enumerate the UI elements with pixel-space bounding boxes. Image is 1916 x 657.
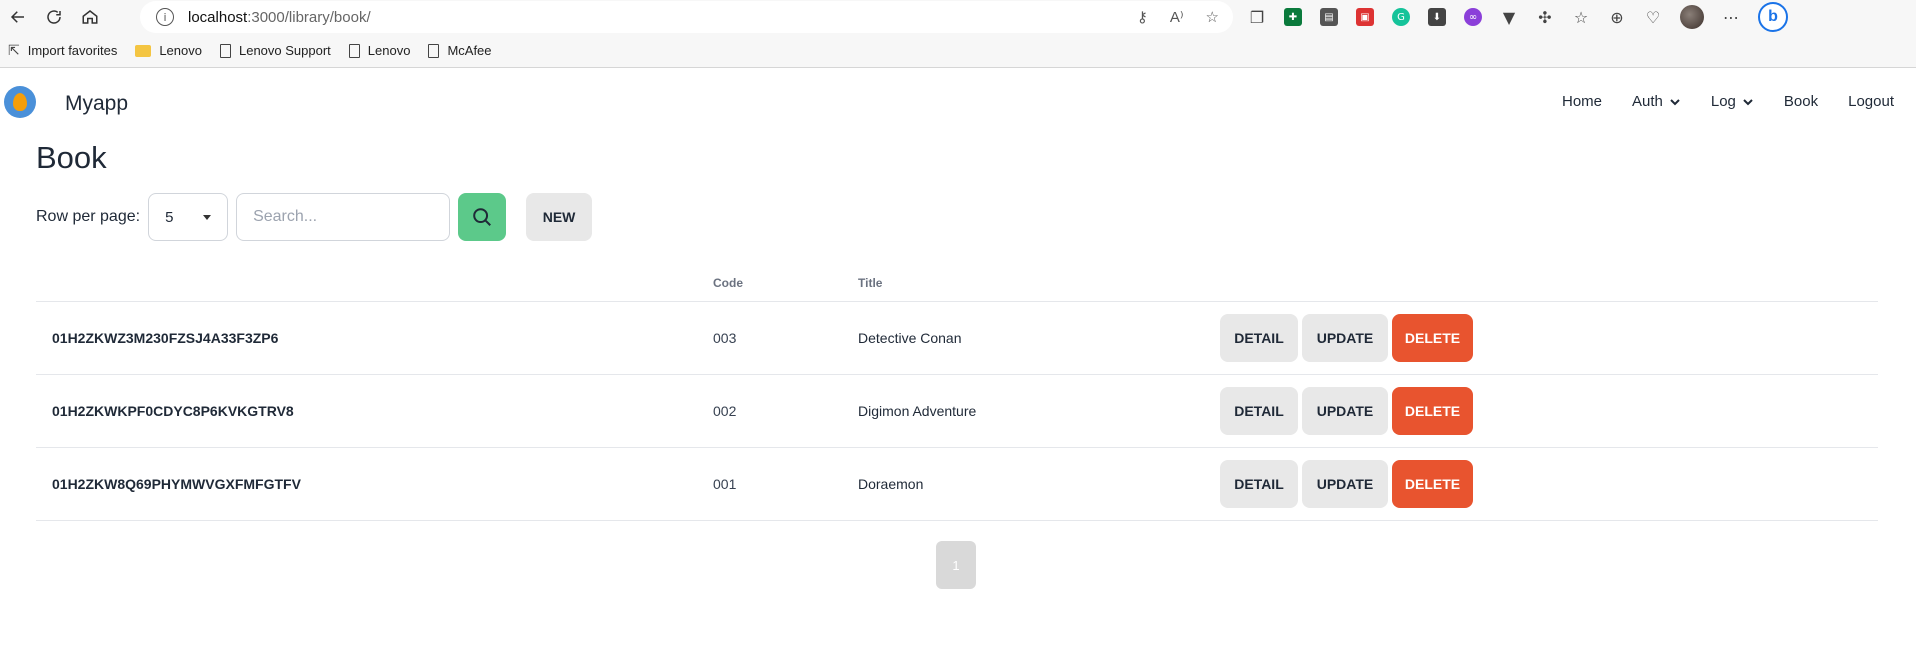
favorite-mcafee[interactable]: McAfee [428,43,492,58]
column-header-code[interactable]: Code [713,276,743,290]
browser-essentials-icon[interactable]: ♡ [1644,8,1662,27]
book-table: Code Title 01H2ZKWZ3M230FZSJ4A33F3ZP6 00… [36,266,1878,521]
new-button[interactable]: NEW [526,193,593,241]
page-icon [428,43,440,58]
cell-id: 01H2ZKWZ3M230FZSJ4A33F3ZP6 [52,330,279,346]
app-logo[interactable] [4,86,36,118]
bing-copilot-icon[interactable]: b [1758,2,1788,32]
collections-icon[interactable]: ❐ [1248,8,1266,27]
table-row: 01H2ZKWZ3M230FZSJ4A33F3ZP6 003 Detective… [36,302,1878,375]
flame-icon [13,93,27,111]
favorite-lenovo[interactable]: Lenovo [348,43,411,58]
row-actions: DETAIL UPDATE DELETE [1220,314,1473,362]
nav-auth-dropdown[interactable]: Auth [1632,93,1681,110]
favorite-label: Lenovo Support [238,43,331,58]
key-icon[interactable]: ⚷ [1137,8,1148,26]
nav-log-label: Log [1710,93,1736,110]
nav-book[interactable]: Book [1784,93,1818,110]
cell-id: 01H2ZKW8Q69PHYMWVGXFMFGTFV [52,476,301,492]
site-info-icon[interactable]: i [156,8,174,26]
search-input[interactable] [236,193,451,241]
read-aloud-icon[interactable]: A⁾ [1170,8,1184,26]
page-title: Book [36,140,107,175]
row-actions: DETAIL UPDATE DELETE [1220,460,1473,508]
column-header-title[interactable]: Title [858,276,882,290]
favorite-label: Lenovo [367,43,411,58]
rows-per-page-select[interactable]: 5 [148,193,229,241]
download-extension-icon[interactable]: ⬇ [1428,8,1446,26]
favorite-label: Import favorites [27,43,118,58]
extension-green-icon[interactable]: ✚ [1284,8,1302,26]
address-bar[interactable]: i localhost:3000/library/book/ ⚷ A⁾ ☆ [140,1,1233,33]
nav-log-dropdown[interactable]: Log [1711,93,1754,110]
extension-v-icon[interactable]: ▼ [1500,8,1518,27]
favorite-lenovo-folder[interactable]: Lenovo [135,43,202,58]
favorites-icon[interactable]: ☆ [1572,8,1590,27]
table-header: Code Title [36,266,1878,302]
table-row: 01H2ZKW8Q69PHYMWVGXFMFGTFV 001 Doraemon … [36,448,1878,521]
cell-code: 003 [713,330,737,346]
cell-code: 001 [713,476,737,492]
more-menu-icon[interactable]: ⋯ [1722,8,1740,27]
nav-home[interactable]: Home [1562,93,1602,110]
page-icon [348,43,360,58]
favorite-star-icon[interactable]: ☆ [1206,8,1219,26]
update-button[interactable]: UPDATE [1302,314,1388,362]
url-host: localhost [188,8,248,26]
extensions-puzzle-icon[interactable]: ✣ [1536,8,1554,27]
search-icon [473,208,492,226]
favorite-lenovo-support[interactable]: Lenovo Support [219,43,331,58]
detail-button[interactable]: DETAIL [1220,314,1298,362]
browser-toolbar: i localhost:3000/library/book/ ⚷ A⁾ ☆ ❐ … [0,0,1916,34]
favorite-label: McAfee [447,43,492,58]
chevron-down-icon [1670,98,1680,105]
table-row: 01H2ZKWKPF0CDYC8P6KVKGTRV8 002 Digimon A… [36,375,1878,448]
nav-auth-label: Auth [1632,93,1663,110]
row-actions: DETAIL UPDATE DELETE [1220,387,1473,435]
url-text[interactable]: localhost:3000/library/book/ [188,9,371,26]
extension-purple-icon[interactable]: ∞ [1464,8,1482,26]
refresh-icon[interactable] [36,0,72,34]
folder-icon [135,44,152,57]
table-controls: Row per page: 5 NEW [36,193,593,241]
extensions-bar: ❐ ✚ ▤ ▣ G ⬇ ∞ ▼ ✣ ☆ ⊕ ♡ ⋯ b [1248,0,1788,34]
delete-button[interactable]: DELETE [1392,460,1473,508]
rows-per-page-label: Row per page: [36,208,141,225]
cell-code: 002 [713,403,737,419]
home-icon[interactable] [72,0,108,34]
search-button[interactable] [458,193,507,241]
extension-news-icon[interactable]: ▤ [1320,8,1338,26]
app-brand[interactable]: Myapp [65,92,128,116]
nav-links: Home Auth Log Book Logout [1562,93,1894,110]
pagination-page-1[interactable]: 1 [936,541,976,589]
update-button[interactable]: UPDATE [1302,387,1388,435]
rows-per-page-value: 5 [165,208,174,226]
favorite-label: Lenovo [159,43,202,58]
collections-add-icon[interactable]: ⊕ [1608,8,1626,27]
extension-red-icon[interactable]: ▣ [1356,8,1374,26]
cell-title: Digimon Adventure [858,403,977,419]
page-icon [219,43,231,58]
url-path: :3000/library/book/ [247,8,371,26]
import-icon: ⇱ [8,42,20,59]
favorite-import[interactable]: ⇱ Import favorites [8,43,117,59]
grammarly-icon[interactable]: G [1392,8,1410,26]
cell-title: Detective Conan [858,330,962,346]
delete-button[interactable]: DELETE [1392,314,1473,362]
nav-logout[interactable]: Logout [1848,93,1894,110]
cell-title: Doraemon [858,476,924,492]
detail-button[interactable]: DETAIL [1220,460,1298,508]
profile-avatar[interactable] [1680,5,1704,29]
favorites-bar: ⇱ Import favorites Lenovo Lenovo Support… [0,34,1916,68]
back-icon[interactable] [0,0,36,34]
chevron-down-icon [1743,98,1753,105]
update-button[interactable]: UPDATE [1302,460,1388,508]
detail-button[interactable]: DETAIL [1220,387,1298,435]
cell-id: 01H2ZKWKPF0CDYC8P6KVKGTRV8 [52,403,294,419]
app-navbar: Myapp Home Auth Log Book Logout [0,69,1916,135]
delete-button[interactable]: DELETE [1392,387,1473,435]
address-bar-actions: ⚷ A⁾ ☆ [1137,1,1219,33]
caret-down-icon [203,214,212,220]
